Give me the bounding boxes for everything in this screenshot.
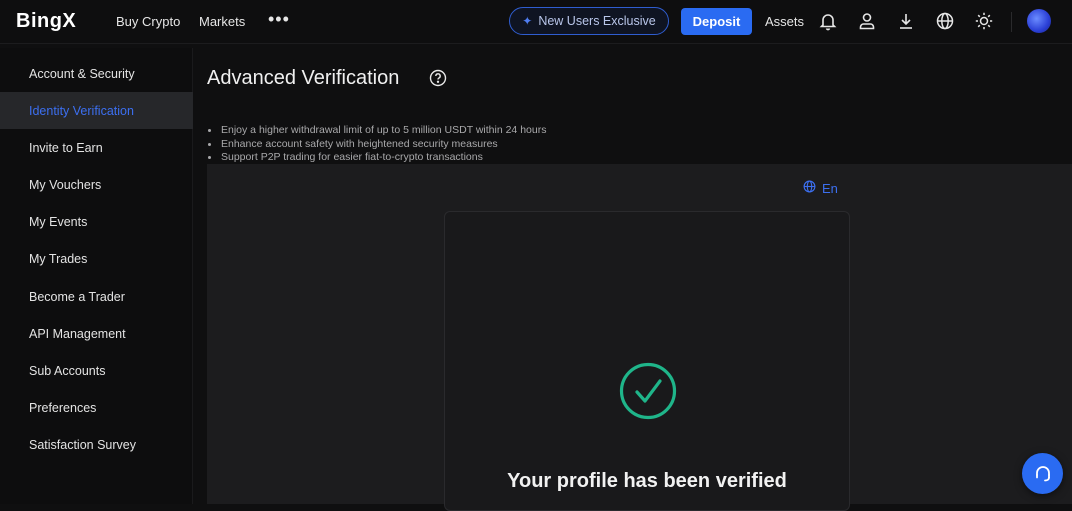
sidebar-item-label: API Management: [29, 326, 126, 341]
avatar[interactable]: [1027, 9, 1051, 33]
top-navigation-bar: BingX Buy Crypto Markets ••• ✦ New Users…: [0, 0, 1072, 44]
main-content: Advanced Verification Enjoy a higher wit…: [193, 48, 1072, 511]
sidebar-item-identity-verification[interactable]: Identity Verification: [0, 92, 193, 129]
header-divider: [1011, 12, 1012, 32]
sidebar-item-api-management[interactable]: API Management: [0, 315, 193, 352]
benefits-list: Enjoy a higher withdrawal limit of up to…: [205, 124, 546, 165]
sidebar-item-label: Satisfaction Survey: [29, 437, 136, 452]
promo-label: New Users Exclusive: [538, 14, 656, 28]
sidebar-item-label: My Trades: [29, 251, 88, 266]
nav-buy-crypto[interactable]: Buy Crypto: [116, 14, 180, 29]
sidebar-item-my-trades[interactable]: My Trades: [0, 240, 193, 277]
account-sidebar: Account & Security Identity Verification…: [0, 48, 193, 504]
new-users-exclusive-button[interactable]: ✦ New Users Exclusive: [509, 7, 669, 35]
sidebar-item-label: Preferences: [29, 400, 97, 415]
sparkle-icon: ✦: [522, 14, 533, 28]
sidebar-item-sub-accounts[interactable]: Sub Accounts: [0, 352, 193, 389]
benefit-item: Enhance account safety with heightened s…: [205, 138, 546, 152]
download-icon[interactable]: [896, 11, 916, 31]
customer-support-button[interactable]: [1022, 453, 1063, 494]
bingx-logo[interactable]: BingX: [16, 10, 76, 33]
sidebar-item-satisfaction-survey[interactable]: Satisfaction Survey: [0, 426, 193, 463]
more-menu-button[interactable]: •••: [268, 9, 290, 30]
bell-icon[interactable]: [818, 11, 838, 31]
sidebar-item-my-vouchers[interactable]: My Vouchers: [0, 166, 193, 203]
sidebar-item-my-events[interactable]: My Events: [0, 203, 193, 240]
benefit-item: Support P2P trading for easier fiat-to-c…: [205, 151, 546, 165]
help-icon[interactable]: [429, 69, 447, 87]
verified-check-icon: [619, 362, 677, 420]
sidebar-item-label: Sub Accounts: [29, 363, 106, 378]
globe-icon: [803, 180, 816, 196]
verification-status-text: Your profile has been verified: [507, 470, 787, 492]
globe-icon[interactable]: [935, 11, 955, 31]
nav-markets[interactable]: Markets: [199, 14, 245, 29]
sidebar-item-label: My Vouchers: [29, 177, 102, 192]
sidebar-item-label: Invite to Earn: [29, 140, 103, 155]
verification-panel: En Your profile has been verified: [207, 164, 1072, 511]
headset-icon: [1035, 465, 1050, 481]
user-icon[interactable]: [857, 11, 877, 31]
verification-status-card: Your profile has been verified: [444, 211, 850, 511]
benefit-item: Enjoy a higher withdrawal limit of up to…: [205, 124, 546, 138]
language-label: En: [822, 180, 838, 196]
sidebar-item-label: Account & Security: [29, 66, 135, 81]
sidebar-item-label: Identity Verification: [29, 103, 134, 118]
sidebar-item-become-a-trader[interactable]: Become a Trader: [0, 278, 193, 315]
sidebar-item-invite-to-earn[interactable]: Invite to Earn: [0, 129, 193, 166]
page-title: Advanced Verification: [207, 67, 400, 89]
language-selector[interactable]: En: [803, 180, 838, 196]
sidebar-item-label: Become a Trader: [29, 289, 125, 304]
assets-link[interactable]: Assets: [765, 14, 804, 29]
sidebar-item-account-security[interactable]: Account & Security: [0, 55, 193, 92]
sidebar-item-label: My Events: [29, 214, 88, 229]
sidebar-item-preferences[interactable]: Preferences: [0, 389, 193, 426]
sun-icon[interactable]: [974, 11, 994, 31]
deposit-button[interactable]: Deposit: [681, 8, 752, 35]
